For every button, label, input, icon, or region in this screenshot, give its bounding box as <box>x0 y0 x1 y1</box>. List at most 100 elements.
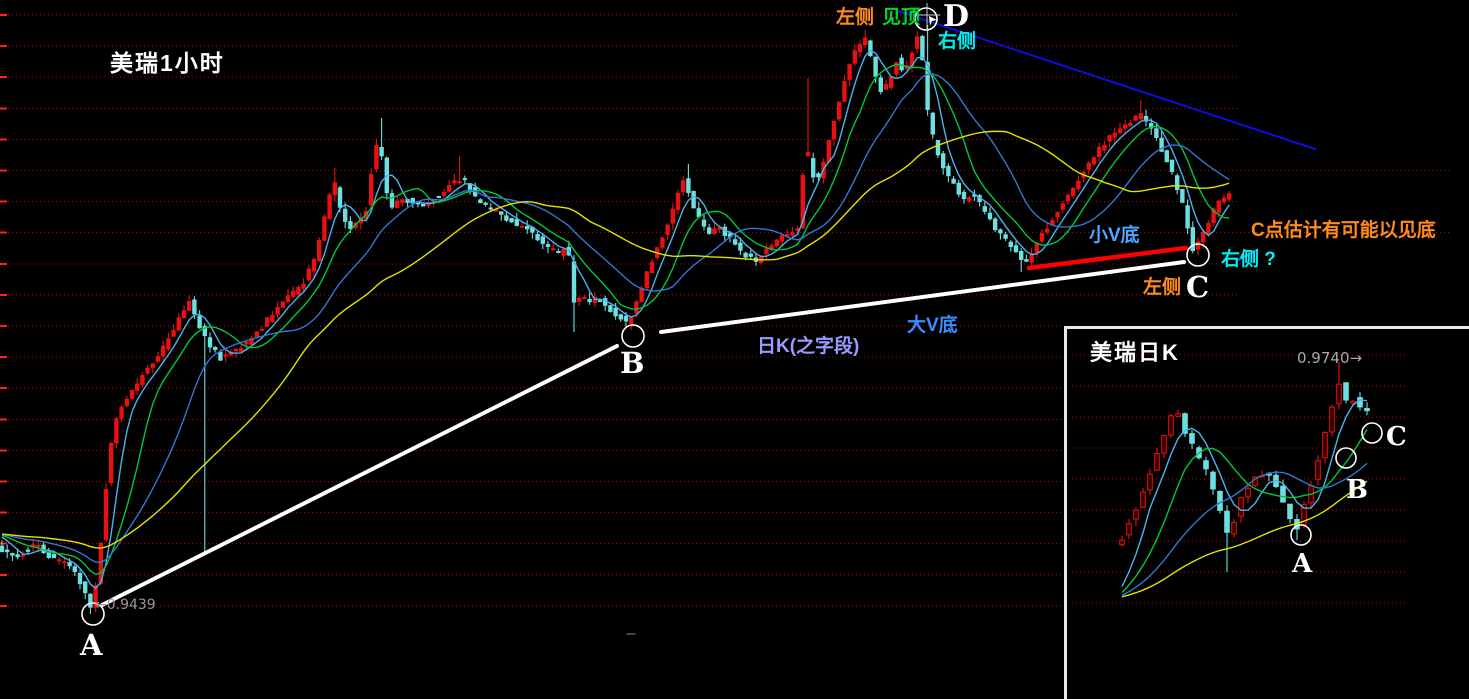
candle-up <box>644 271 649 289</box>
candle-down <box>935 140 941 156</box>
candle-down <box>1185 205 1190 229</box>
candle-up <box>332 182 338 196</box>
candle-up <box>244 341 249 345</box>
candle-down <box>743 252 748 258</box>
candle-up <box>764 248 769 255</box>
candle-up <box>790 232 795 236</box>
candle-down <box>197 315 202 329</box>
candle-up <box>1221 197 1227 203</box>
candle-down <box>618 314 623 320</box>
candle-up <box>1315 460 1321 480</box>
inset-chart-svg <box>1072 354 1408 604</box>
candle-down <box>1217 490 1223 511</box>
candle-up <box>639 287 644 303</box>
candle-up <box>452 180 457 184</box>
candle-up <box>259 328 265 331</box>
candle-down <box>379 146 384 157</box>
candle-down <box>1024 259 1029 262</box>
candle-up <box>852 50 857 64</box>
candle-down <box>951 178 956 184</box>
candle-down <box>77 572 83 585</box>
candle-down <box>343 208 348 222</box>
candle-down <box>488 207 494 210</box>
candle-down <box>83 581 88 594</box>
candle-down <box>1280 485 1286 503</box>
main-chart-title: 美瑞1小时 <box>110 50 225 76</box>
ma-line-40 <box>1121 480 1368 598</box>
point-c-label: C <box>1186 270 1210 304</box>
point-d-label: D <box>943 0 970 34</box>
candle-up <box>1175 413 1181 417</box>
candle-down <box>987 212 993 220</box>
candle-up <box>649 261 655 274</box>
candle-down <box>701 219 707 227</box>
candle-down <box>1164 150 1169 163</box>
candle-up <box>140 374 145 385</box>
candle-up <box>129 389 135 399</box>
candle-down <box>686 178 691 194</box>
candle-up <box>275 306 280 315</box>
candle-down <box>213 346 218 351</box>
candle-up <box>1154 453 1160 471</box>
label-right-side-top: 右侧 <box>938 31 977 52</box>
candle-up <box>660 237 665 248</box>
candle-up <box>1133 115 1138 121</box>
candle-up <box>20 554 26 557</box>
candle-down <box>436 195 442 198</box>
candle-down <box>88 593 93 608</box>
candle-up <box>1238 497 1244 517</box>
candle-up <box>561 248 566 256</box>
candle-down <box>878 77 883 92</box>
candle-up <box>280 301 286 308</box>
candle-up <box>265 317 270 327</box>
candle-up <box>1227 193 1232 200</box>
candle-down <box>1224 510 1230 533</box>
candle-down <box>337 187 343 208</box>
label-left-side-top: 左侧 <box>836 7 875 28</box>
candle-down <box>1190 227 1195 252</box>
candle-up <box>317 239 322 262</box>
candle-down <box>1189 433 1195 444</box>
candle-down <box>811 158 816 178</box>
candle-down <box>540 236 545 244</box>
candle-up <box>395 200 400 209</box>
candle-up <box>519 225 525 228</box>
candle-down <box>218 351 223 361</box>
label-big-v-bottom: 大V底 <box>907 315 958 336</box>
candle-up <box>670 208 675 224</box>
candle-up <box>155 355 161 362</box>
price-label-low: ←0.9439 <box>95 597 156 613</box>
candle-down <box>993 218 998 231</box>
candle-up <box>441 192 447 197</box>
candle-down <box>613 307 618 317</box>
candle-up <box>270 315 275 323</box>
candle-up <box>1322 432 1328 459</box>
candle-up <box>1086 162 1091 170</box>
candle-up <box>447 184 452 192</box>
candle-down <box>545 244 551 247</box>
label-c-point-note: C点估计有可能以见底 <box>1251 220 1436 241</box>
candle-down <box>946 165 951 177</box>
candle-down <box>67 562 72 567</box>
candle-down <box>207 337 213 348</box>
inset-chart-title: 美瑞日K <box>1090 340 1180 365</box>
candle-down <box>1154 128 1159 138</box>
candle-down <box>920 36 925 61</box>
point-a-label: A <box>80 628 103 662</box>
candle-up <box>1060 203 1065 210</box>
candle-down <box>707 227 712 234</box>
candle-down <box>462 178 468 181</box>
candle-up <box>166 338 171 350</box>
candle-up <box>62 561 67 564</box>
candle-down <box>72 566 77 573</box>
candle-up <box>1206 222 1211 234</box>
candle-up <box>1350 401 1356 404</box>
candle-up <box>863 37 868 46</box>
candle-up <box>1097 146 1102 158</box>
candle-down <box>0 545 5 553</box>
inset-point-a-label: A <box>1292 549 1313 579</box>
candle-up <box>1216 200 1221 213</box>
candle-up <box>582 296 587 299</box>
candle-up <box>1071 187 1076 197</box>
candle-down <box>1343 382 1349 401</box>
